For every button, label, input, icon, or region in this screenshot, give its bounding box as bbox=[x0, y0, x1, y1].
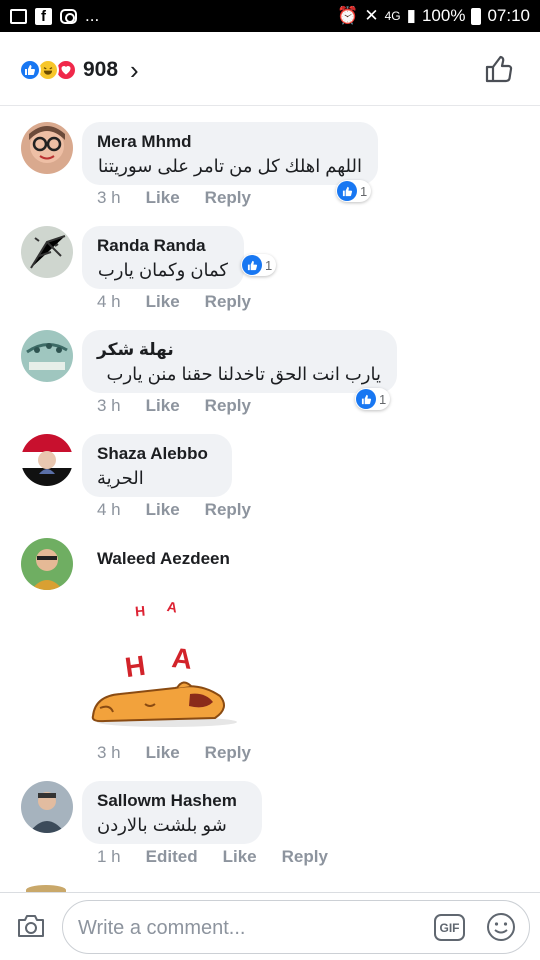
comment-actions: 3 h Like Reply bbox=[97, 743, 276, 763]
sticker-letter-a-small: A bbox=[166, 598, 179, 616]
sticker-letter-h-small: H bbox=[134, 603, 145, 620]
like-button[interactable]: Like bbox=[223, 847, 257, 867]
comment-bubble[interactable]: Randa Randa كمان وكمان يارب bbox=[82, 226, 244, 289]
comment-timestamp: 4 h bbox=[97, 500, 121, 519]
network-type: 4G bbox=[384, 9, 401, 23]
commenter-name[interactable]: Sallowm Hashem bbox=[97, 791, 246, 811]
thumbs-up-icon[interactable] bbox=[484, 54, 514, 84]
comment-actions: 1 h Edited Like Reply bbox=[97, 847, 353, 867]
avatar[interactable] bbox=[21, 330, 73, 382]
comment-actions: 4 h Like Reply bbox=[97, 500, 276, 520]
more-notifications-icon: ... bbox=[85, 6, 100, 25]
like-button[interactable]: Like bbox=[146, 396, 180, 416]
reply-button[interactable]: Reply bbox=[205, 500, 251, 520]
avatar[interactable] bbox=[21, 122, 73, 174]
commenter-name[interactable]: Randa Randa bbox=[97, 236, 228, 256]
like-icon bbox=[356, 389, 376, 409]
edited-label[interactable]: Edited bbox=[146, 847, 198, 867]
like-icon bbox=[242, 255, 262, 275]
comment-actions: 4 h Like Reply bbox=[97, 292, 276, 312]
commenter-name[interactable]: Waleed Aezdeen bbox=[97, 549, 230, 569]
comment-timestamp: 4 h bbox=[97, 292, 121, 311]
comment-text: شو بلشت بالاردن bbox=[97, 815, 227, 835]
like-reaction-icon bbox=[19, 59, 41, 81]
comment-text: اللهم اهلك كل من تامر على سوريتنا bbox=[97, 156, 362, 176]
avatar[interactable] bbox=[21, 434, 73, 486]
comment-text: الحرية bbox=[97, 468, 144, 488]
like-button[interactable]: Like bbox=[146, 292, 180, 312]
comment-composer: Write a comment... GIF bbox=[0, 892, 540, 960]
like-button[interactable]: Like bbox=[146, 500, 180, 520]
comment-timestamp: 3 h bbox=[97, 743, 121, 762]
mute-icon: ✕ bbox=[364, 6, 379, 25]
comment-like-count[interactable]: 1 bbox=[241, 254, 277, 276]
camera-icon[interactable] bbox=[16, 913, 46, 939]
comment-bubble[interactable]: Mera Mhmd اللهم اهلك كل من تامر على سوري… bbox=[82, 122, 378, 185]
like-button[interactable]: Like bbox=[146, 743, 180, 763]
comment-actions: 3 h Like Reply bbox=[97, 188, 276, 208]
comment-bubble[interactable]: Sallowm Hashem شو بلشت بالاردن bbox=[82, 781, 262, 844]
like-button[interactable]: Like bbox=[146, 188, 180, 208]
instagram-icon bbox=[60, 8, 77, 24]
sticker-letter-h-large: H bbox=[123, 650, 147, 684]
reply-button[interactable]: Reply bbox=[205, 743, 251, 763]
reply-button[interactable]: Reply bbox=[205, 188, 251, 208]
comment-actions: 3 h Like Reply bbox=[97, 396, 276, 416]
chevron-right-icon: › bbox=[130, 55, 139, 85]
comment-timestamp: 1 h bbox=[97, 847, 121, 866]
reactions-header: 908 › bbox=[0, 32, 540, 106]
comment-bubble[interactable]: Shaza Alebbo الحرية bbox=[82, 434, 232, 497]
avatar[interactable] bbox=[21, 781, 73, 833]
avatar[interactable] bbox=[21, 538, 73, 590]
commenter-name[interactable]: Shaza Alebbo bbox=[97, 444, 216, 464]
image-icon bbox=[10, 8, 27, 24]
emoji-icon[interactable] bbox=[486, 912, 516, 942]
comment-like-count[interactable]: 1 bbox=[355, 388, 391, 410]
sticker-letter-a-large: A bbox=[170, 642, 193, 675]
comment-text: كمان وكمان يارب bbox=[97, 260, 228, 280]
gif-button[interactable]: GIF bbox=[434, 914, 465, 941]
comment-timestamp: 3 h bbox=[97, 396, 121, 415]
avatar[interactable] bbox=[21, 226, 73, 278]
reply-button[interactable]: Reply bbox=[282, 847, 328, 867]
facebook-icon: f bbox=[35, 7, 52, 25]
signal-icon: ▮ bbox=[406, 6, 416, 25]
status-bar: f ... ⏰ ✕ 4G ▮ 100% 07:10 bbox=[0, 0, 540, 32]
reply-button[interactable]: Reply bbox=[205, 396, 251, 416]
reactions-summary[interactable]: 908 › bbox=[19, 55, 139, 85]
comment-input[interactable]: Write a comment... GIF bbox=[62, 900, 530, 954]
battery-level: 100% bbox=[421, 6, 466, 25]
comment-bubble[interactable]: نهلة شكر يارب انت الحق تاخدلنا حقنا منن … bbox=[82, 330, 397, 393]
clock: 07:10 bbox=[487, 6, 530, 25]
commenter-name[interactable]: نهلة شكر bbox=[97, 340, 381, 360]
comment-timestamp: 3 h bbox=[97, 188, 121, 207]
commenter-name[interactable]: Mera Mhmd bbox=[97, 132, 362, 152]
like-icon bbox=[337, 181, 357, 201]
comment-text: يارب انت الحق تاخدلنا حقنا منن يارب bbox=[106, 364, 381, 384]
alarm-icon: ⏰ bbox=[337, 6, 359, 25]
reaction-count: 908 bbox=[83, 58, 119, 81]
comment-like-count[interactable]: 1 bbox=[336, 180, 372, 202]
comment-input-placeholder: Write a comment... bbox=[78, 917, 246, 939]
reply-button[interactable]: Reply bbox=[205, 292, 251, 312]
battery-icon bbox=[471, 7, 482, 25]
haha-sticker[interactable]: H A H A bbox=[85, 596, 240, 731]
